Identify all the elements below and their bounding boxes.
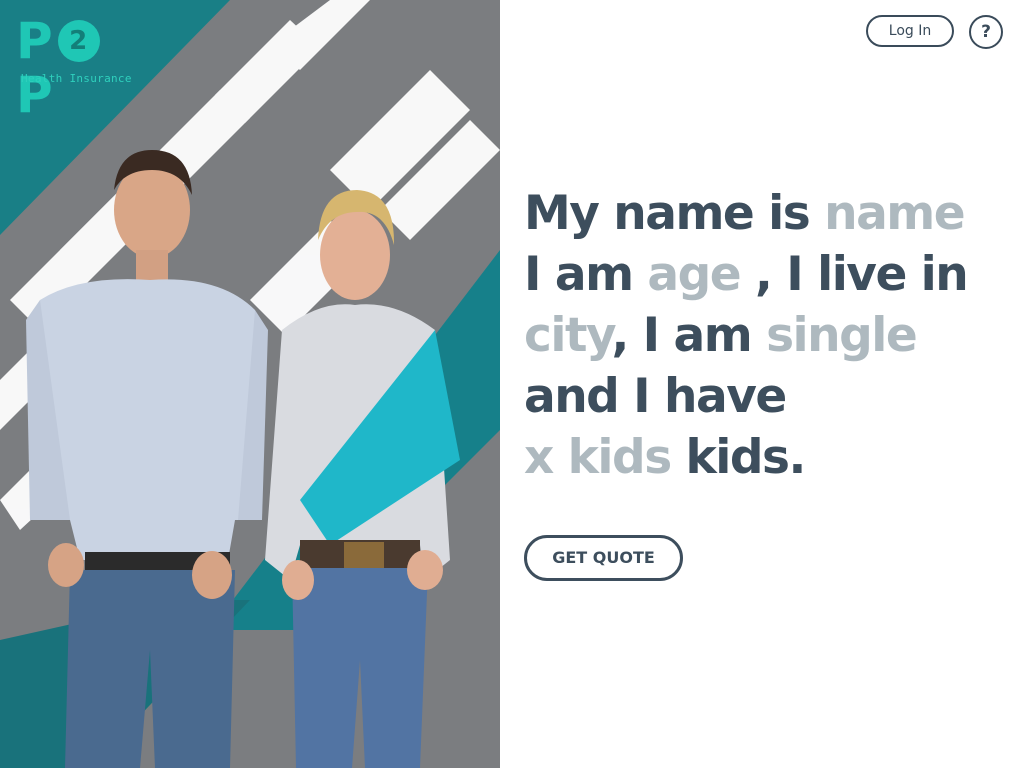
name-field[interactable]: name	[824, 186, 966, 241]
sentence-line-3: city, I am single	[524, 305, 994, 366]
quote-form-sentence: My name is name I am age , I live in cit…	[524, 183, 994, 488]
sentence-text: kids.	[670, 430, 807, 485]
login-button[interactable]: Log In	[866, 15, 954, 47]
age-field[interactable]: age	[647, 247, 741, 302]
logo-circle-number: 2	[69, 26, 89, 56]
sentence-line-2: I am age , I live in	[524, 244, 994, 305]
relationship-status-select[interactable]: single	[766, 308, 918, 363]
sentence-text: and I have	[524, 369, 787, 424]
kids-count-field[interactable]: x kids	[524, 430, 672, 485]
brand-logo[interactable]: P2P Health Insurance	[16, 14, 136, 122]
city-field[interactable]: city	[524, 308, 613, 363]
logo-wordmark: P2P	[16, 14, 136, 122]
hero-image: P2P Health Insurance	[0, 0, 500, 768]
logo-tagline: Health Insurance	[21, 72, 132, 85]
get-quote-button[interactable]: GET QUOTE	[524, 535, 683, 581]
logo-circle-icon: 2	[57, 20, 100, 62]
sentence-text: I am	[524, 247, 648, 302]
sentence-text: , I live in	[740, 247, 969, 302]
sentence-text: , I am	[611, 308, 767, 363]
logo-letter-left: P	[16, 12, 54, 70]
help-icon[interactable]: ?	[969, 15, 1003, 49]
sentence-line-1: My name is name	[524, 183, 994, 244]
sentence-line-4: and I have	[524, 366, 994, 427]
sentence-line-5: x kids kids.	[524, 427, 994, 488]
sentence-text: My name is	[524, 186, 825, 241]
